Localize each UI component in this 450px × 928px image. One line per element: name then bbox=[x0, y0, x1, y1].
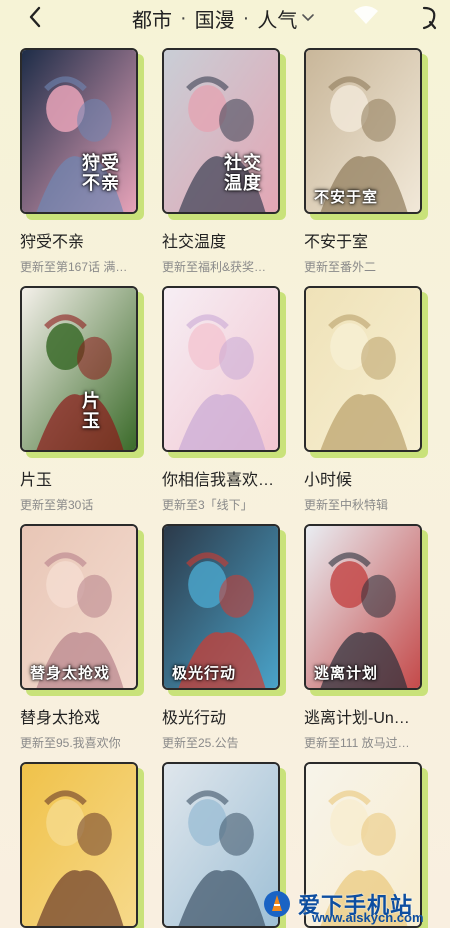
comic-cover-wrap[interactable]: 替身太抢戏 bbox=[20, 524, 144, 696]
comic-cover-wrap[interactable]: 片 玉 bbox=[20, 286, 144, 458]
comic-title[interactable]: 替身太抢戏 bbox=[20, 704, 144, 728]
comic-cover-wrap[interactable]: 狩受 不亲 bbox=[20, 48, 144, 220]
comic-card[interactable]: 替身太抢戏 替身太抢戏 更新至95.我喜欢你 bbox=[20, 524, 144, 751]
comic-update-status: 更新至福利&获奖… bbox=[162, 260, 267, 274]
cover-illustration bbox=[22, 764, 136, 926]
comic-update-status: 更新至第167话 满… bbox=[20, 260, 128, 274]
cover-title-text: 极光行动 bbox=[172, 664, 237, 682]
comic-title[interactable]: 极光行动 bbox=[162, 704, 286, 728]
cover-title-text: 狩受 不亲 bbox=[82, 153, 120, 194]
comic-cover-wrap[interactable] bbox=[304, 286, 428, 458]
comic-title[interactable]: 小时候 bbox=[304, 466, 428, 490]
comic-card[interactable]: 狩受 不亲狩受不亲更新至第167话 满… bbox=[20, 48, 144, 275]
filter-origin[interactable]: 国漫 bbox=[195, 4, 235, 33]
cover-title-text: 替身太抢戏 bbox=[30, 664, 111, 682]
chevron-down-icon[interactable] bbox=[301, 13, 315, 23]
filter-separator: · bbox=[242, 6, 250, 29]
comic-card[interactable]: 小时候更新至中秋特辑 bbox=[304, 286, 428, 513]
comic-cover-wrap[interactable] bbox=[162, 286, 286, 458]
comic-cover[interactable]: 替身太抢戏 bbox=[20, 524, 138, 690]
comic-card[interactable]: 片 玉片玉更新至第30话 bbox=[20, 286, 144, 513]
cover-title-text: 逃离计划 bbox=[314, 664, 379, 682]
cover-illustration bbox=[164, 288, 278, 450]
comic-cover-wrap[interactable]: 逃离计划 bbox=[304, 524, 428, 696]
filter-separator: · bbox=[180, 6, 187, 29]
comic-title[interactable]: 你相信我喜欢… bbox=[162, 466, 286, 490]
chevron-left-icon bbox=[29, 6, 41, 28]
comic-card[interactable]: 逃离计划逃离计划-Un… 更新至111 放马过… bbox=[304, 524, 428, 751]
comic-cover-wrap[interactable]: 社交 温度 bbox=[162, 48, 286, 220]
comic-cover[interactable]: 狩受 不亲 bbox=[20, 48, 138, 214]
cover-title-text: 片 玉 bbox=[82, 391, 101, 432]
cover-title-text: 社交 温度 bbox=[224, 153, 262, 194]
comic-update-status: 更新至第30话 bbox=[20, 498, 94, 512]
comic-card[interactable]: 你相信我喜欢… 更新至3「线下」 bbox=[162, 286, 286, 513]
comic-cover[interactable]: 极光行动 bbox=[162, 524, 280, 690]
cover-illustration bbox=[22, 288, 136, 450]
comic-title[interactable]: 不安于室 bbox=[304, 228, 428, 252]
comic-title[interactable]: 片玉 bbox=[20, 466, 144, 490]
logo-icon bbox=[264, 891, 290, 917]
cover-illustration bbox=[164, 764, 278, 926]
back-button[interactable] bbox=[24, 4, 46, 30]
watermark-url: www.aiskycn.com bbox=[312, 910, 424, 925]
comic-update-status: 更新至中秋特辑 bbox=[304, 498, 389, 512]
comic-title[interactable]: 狩受不亲 bbox=[20, 228, 144, 252]
category-filter[interactable]: 都市 · 国漫 · 人气 bbox=[132, 4, 315, 32]
comic-cover[interactable] bbox=[20, 762, 138, 928]
comic-card[interactable]: 不安于室 不安于室 更新至番外二 bbox=[304, 48, 428, 275]
comic-cover[interactable]: 社交 温度 bbox=[162, 48, 280, 214]
cover-illustration bbox=[306, 288, 420, 450]
comic-cover[interactable]: 片 玉 bbox=[20, 286, 138, 452]
comic-title[interactable]: 社交温度 bbox=[162, 228, 286, 252]
comic-cover-wrap[interactable] bbox=[20, 762, 144, 928]
comic-cover[interactable]: 逃离计划 bbox=[304, 524, 422, 690]
comic-cover[interactable] bbox=[162, 286, 280, 452]
comic-card[interactable]: 社交 温度社交温度更新至福利&获奖… bbox=[162, 48, 286, 275]
search-icon[interactable] bbox=[418, 4, 440, 32]
filter-sort[interactable]: 人气 bbox=[257, 4, 297, 33]
wifi-icon bbox=[354, 6, 378, 24]
comic-update-status: 更新至111 放马过… bbox=[304, 736, 410, 750]
filter-region[interactable]: 都市 bbox=[132, 4, 172, 33]
comic-cover-wrap[interactable]: 极光行动 bbox=[162, 524, 286, 696]
cover-title-text: 不安于室 bbox=[314, 188, 379, 206]
comic-update-status: 更新至25.公告 bbox=[162, 736, 239, 750]
top-bar: 都市 · 国漫 · 人气 bbox=[0, 0, 450, 36]
comic-card[interactable]: 极光行动 极光行动 更新至25.公告 bbox=[162, 524, 286, 751]
comic-title[interactable]: 逃离计划-Un… bbox=[304, 704, 428, 728]
comic-update-status: 更新至95.我喜欢你 bbox=[20, 736, 121, 750]
comic-cover[interactable]: 不安于室 bbox=[304, 48, 422, 214]
comic-update-status: 更新至3「线下」 bbox=[162, 498, 253, 512]
comic-cover[interactable] bbox=[304, 286, 422, 452]
comic-cover-wrap[interactable]: 不安于室 bbox=[304, 48, 428, 220]
comic-update-status: 更新至番外二 bbox=[304, 260, 377, 274]
comic-card[interactable] bbox=[20, 762, 144, 928]
